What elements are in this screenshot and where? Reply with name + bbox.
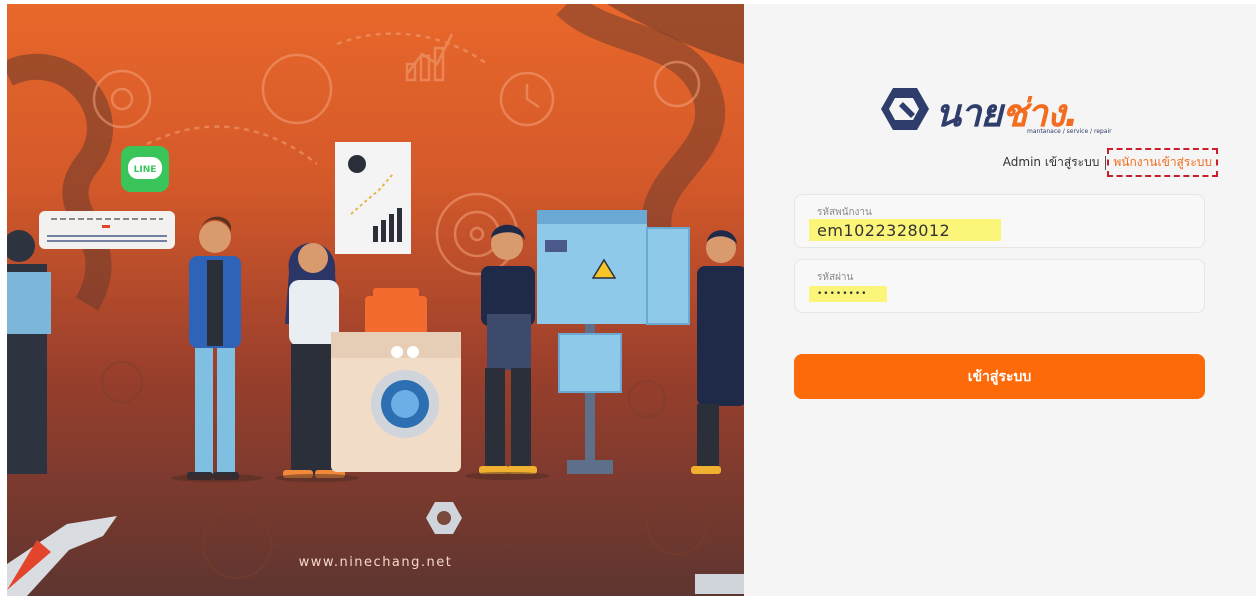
login-page: LINE www.ninechang.net นายช่าง. mantanac… [0, 0, 1256, 596]
hero-artwork: LINE [7, 4, 744, 596]
login-button[interactable]: เข้าสู่ระบบ [794, 354, 1205, 399]
password-label: รหัสผ่าน [817, 272, 854, 283]
website-url: www.ninechang.net [298, 555, 453, 570]
login-panel: นายช่าง. mantanace / service / repair Ad… [744, 4, 1256, 596]
login-mode-switch: Admin เข้าสู่ระบบ พนักงานเข้าสู่ระบบ [1003, 148, 1218, 177]
brand-name-main: นาย [935, 91, 1003, 135]
login-mode-divider [1105, 155, 1107, 170]
employee-id-label: รหัสพนักงาน [817, 207, 872, 218]
brand-logo: นายช่าง. mantanace / service / repair [877, 80, 1122, 138]
hero-illustration: LINE www.ninechang.net [7, 4, 744, 596]
brand-tagline: mantanace / service / repair [1027, 128, 1112, 135]
employee-id-field[interactable]: รหัสพนักงาน [794, 194, 1205, 248]
password-input[interactable] [809, 286, 887, 302]
password-field[interactable]: รหัสผ่าน [794, 259, 1205, 313]
line-badge-text: LINE [134, 165, 157, 175]
wrench-icon [881, 88, 929, 130]
staff-login-link[interactable]: พนักงานเข้าสู่ระบบ [1107, 148, 1218, 177]
admin-login-link[interactable]: Admin เข้าสู่ระบบ [1003, 153, 1100, 172]
employee-id-input[interactable] [809, 219, 1001, 241]
